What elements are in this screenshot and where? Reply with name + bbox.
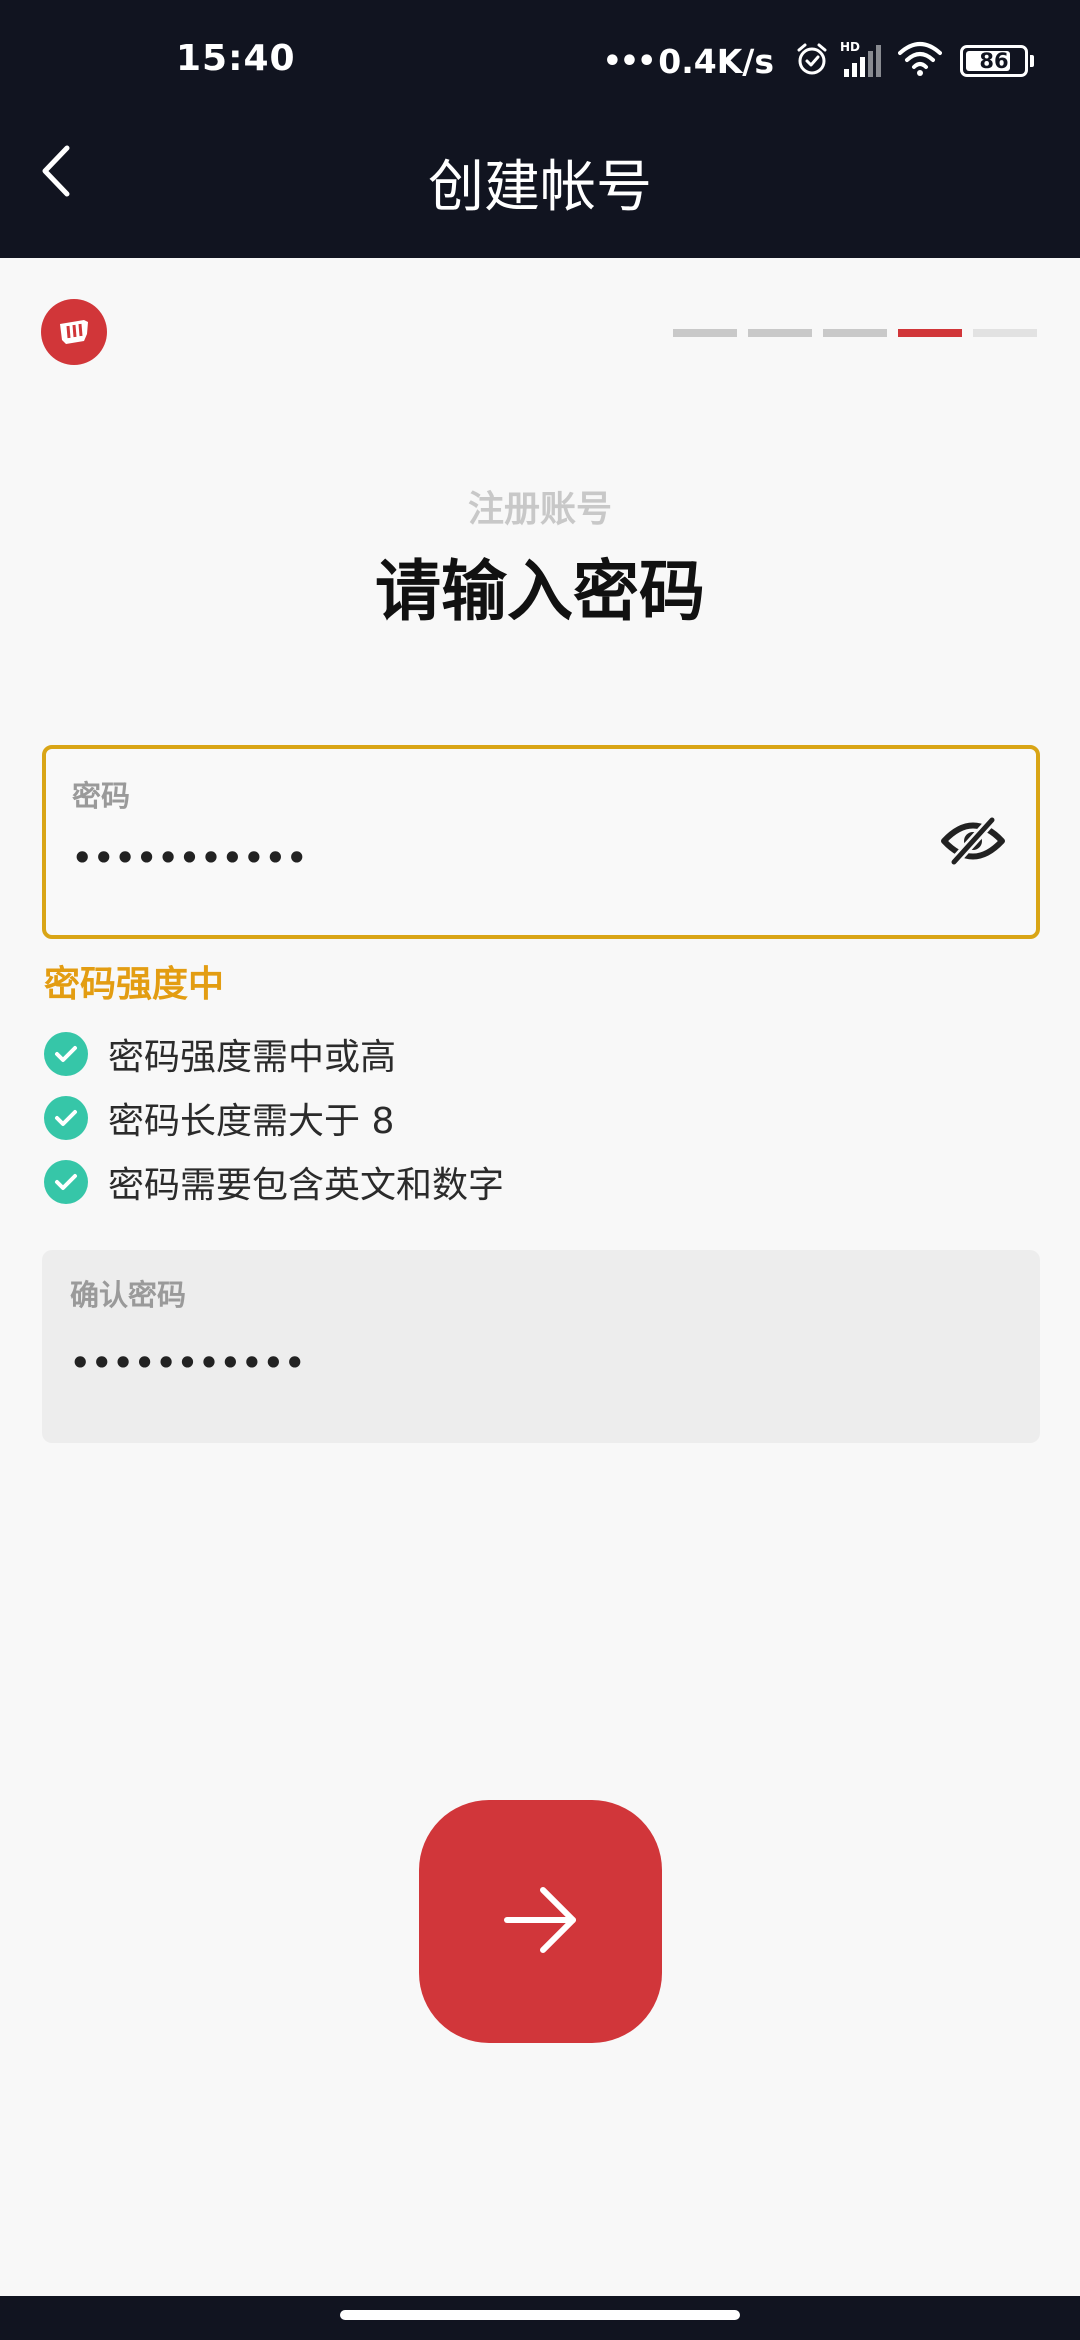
progress-step: [898, 329, 962, 337]
check-circle-icon: [44, 1032, 88, 1076]
requirement-text: 密码需要包含英文和数字: [108, 1165, 505, 1206]
next-button[interactable]: [419, 1800, 662, 2043]
check-circle-icon: [44, 1160, 88, 1204]
header-title: 创建帐号: [428, 155, 652, 220]
page-title: 请输入密码: [375, 553, 705, 630]
progress-step: [973, 329, 1037, 337]
network-speed: ••• 0.4K/s: [603, 42, 774, 81]
password-field[interactable]: 密码 •••••••••••: [42, 745, 1040, 939]
network-dots: •••: [602, 43, 657, 79]
requirement-item: 密码需要包含英文和数字: [44, 1150, 504, 1214]
top-bar: 15:40 ••• 0.4K/s HD 86 创建帐号: [0, 0, 1080, 258]
password-requirements: 密码强度需中或高 密码长度需大于 8 密码需要包含英文和数字: [44, 1022, 504, 1214]
confirm-password-input[interactable]: •••••••••••: [70, 1344, 306, 1382]
svg-text:HD: HD: [840, 40, 860, 54]
requirement-text: 密码强度需中或高: [108, 1037, 397, 1078]
requirement-item: 密码长度需大于 8: [44, 1086, 504, 1150]
progress-step: [748, 329, 812, 337]
confirm-password-field[interactable]: 确认密码 •••••••••••: [42, 1250, 1040, 1443]
wifi-icon: [898, 41, 942, 81]
system-nav-bar: [0, 2296, 1080, 2340]
hd-signal-icon: HD: [840, 39, 882, 83]
fist-logo-icon: [60, 320, 88, 344]
page-subtitle: 注册账号: [467, 489, 612, 530]
password-label: 密码: [72, 779, 131, 813]
check-circle-icon: [44, 1096, 88, 1140]
toggle-password-visibility-button[interactable]: [940, 815, 1006, 871]
network-speed-value: 0.4K/s: [658, 41, 774, 81]
home-indicator[interactable]: [340, 2310, 740, 2320]
confirm-password-label: 确认密码: [70, 1278, 187, 1312]
battery-level: 86: [979, 49, 1009, 73]
progress-step: [673, 329, 737, 337]
brand-logo: [41, 299, 107, 365]
requirement-text: 密码长度需大于 8: [108, 1101, 395, 1142]
progress-step: [823, 329, 887, 337]
alarm-icon: [794, 41, 830, 81]
password-strength: 密码强度中: [44, 964, 225, 1005]
status-time: 15:40: [176, 38, 296, 79]
requirement-item: 密码强度需中或高: [44, 1022, 504, 1086]
status-icons: ••• 0.4K/s HD 86: [603, 36, 1034, 86]
step-progress: [673, 329, 1037, 337]
password-input[interactable]: •••••••••••: [72, 839, 308, 877]
battery-icon: 86: [960, 45, 1034, 77]
arrow-right-icon: [503, 1884, 579, 1960]
eye-slash-icon: [940, 815, 1006, 870]
